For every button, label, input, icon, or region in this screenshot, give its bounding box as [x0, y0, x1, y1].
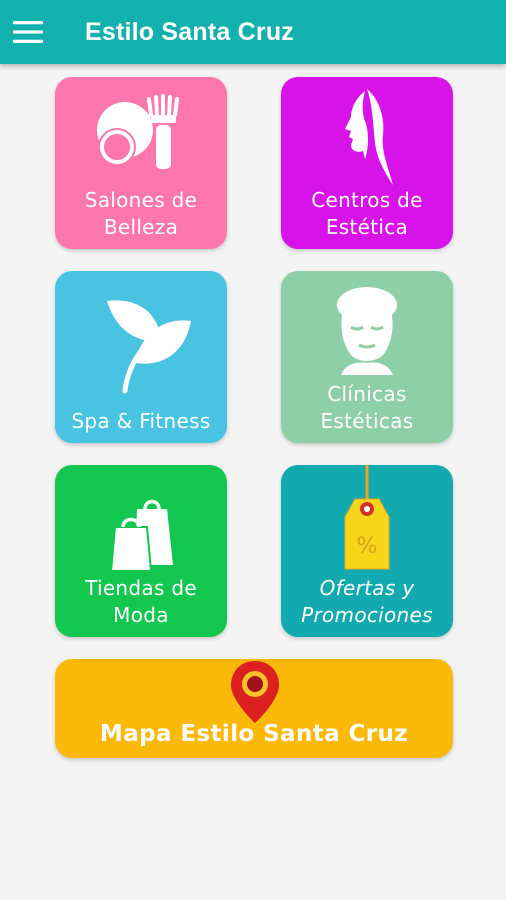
tile-label-line2: Estética	[325, 215, 409, 239]
tile-label: Tiendas de Moda	[55, 575, 227, 629]
map-button[interactable]: Mapa Estilo Santa Cruz	[55, 659, 453, 758]
tile-label: Ofertas y Promociones	[281, 575, 453, 629]
tile-label-line1: Ofertas y	[319, 576, 415, 600]
app-title: Estilo Santa Cruz	[85, 18, 294, 46]
svg-text:%: %	[357, 534, 378, 559]
tile-spa-fitness[interactable]: Spa & Fitness	[55, 271, 227, 443]
tile-label-line1: Salones de	[84, 188, 198, 212]
tile-label-line1: Centros de	[311, 188, 423, 212]
tile-ofertas-y-promociones[interactable]: % Ofertas y Promociones	[281, 465, 453, 637]
tile-label-line2: Promociones	[301, 603, 433, 627]
tile-label: Salones de Belleza	[55, 187, 227, 241]
tile-label-line2: Belleza	[103, 215, 179, 239]
map-button-label: Mapa Estilo Santa Cruz	[99, 721, 409, 747]
tile-tiendas-de-moda[interactable]: Tiendas de Moda	[55, 465, 227, 637]
tile-label-line2: Estéticas	[320, 409, 414, 433]
tile-label-line1: Spa & Fitness	[71, 409, 211, 433]
tile-label: Spa & Fitness	[55, 408, 227, 435]
tile-label-line1: Clínicas	[327, 382, 407, 406]
tile-centros-de-estetica[interactable]: Centros de Estética	[281, 77, 453, 249]
tile-label-line1: Tiendas de	[85, 576, 197, 600]
tile-label-line2: Moda	[113, 603, 169, 627]
tile-label: Centros de Estética	[281, 187, 453, 241]
app-bar: Estilo Santa Cruz	[0, 0, 506, 64]
hamburger-menu-icon	[13, 21, 43, 43]
tile-clinicas-esteticas[interactable]: Clínicas Estéticas	[281, 271, 453, 443]
menu-button[interactable]	[8, 12, 48, 52]
tile-label: Clínicas Estéticas	[281, 381, 453, 435]
tile-salones-de-belleza[interactable]: Salones de Belleza	[55, 77, 227, 249]
